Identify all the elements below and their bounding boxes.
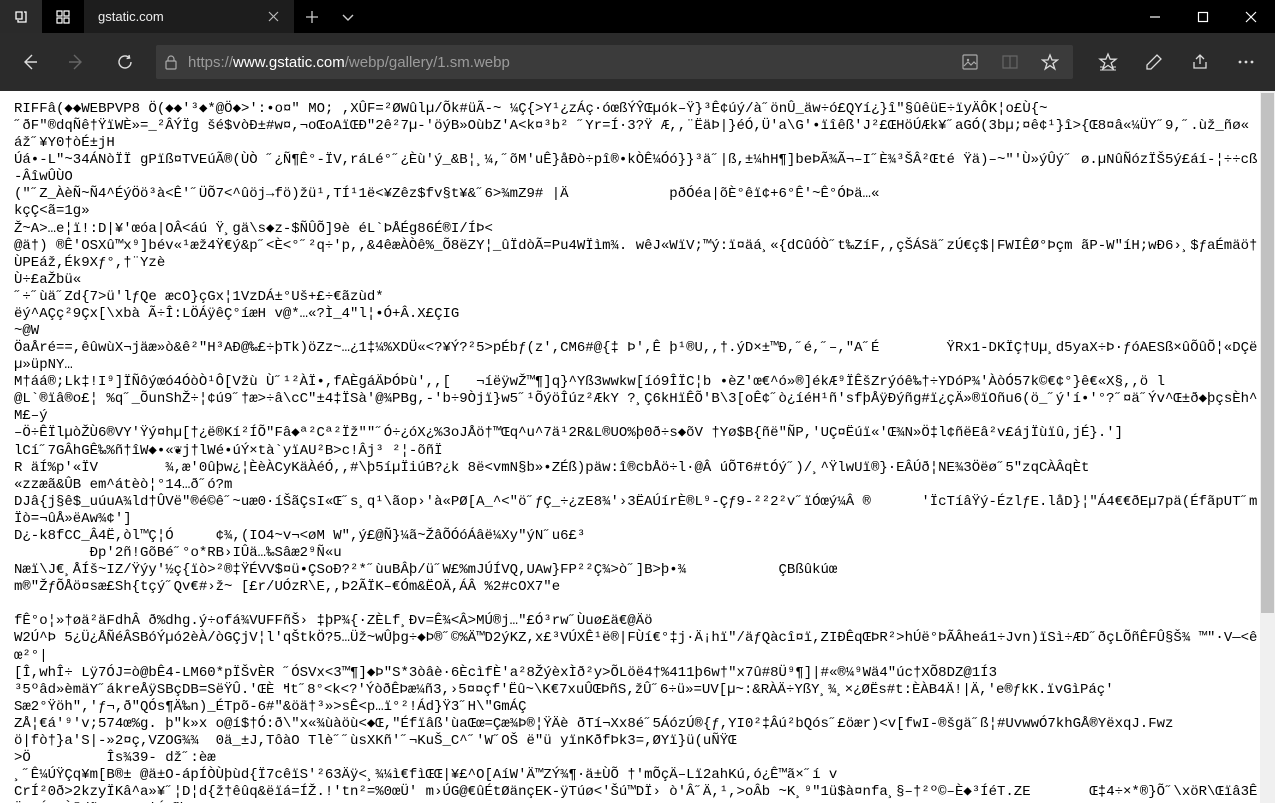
reading-view-icon[interactable]	[995, 53, 1025, 71]
close-tab-button[interactable]	[262, 11, 284, 22]
titlebar-left: gstatic.com	[0, 0, 366, 33]
back-button[interactable]	[6, 39, 52, 85]
tab-title: gstatic.com	[98, 9, 252, 24]
raw-content: RIFFâ(◆◆WEBPVP8 Ö(◆◆'³◆*@Ö◆>':•o¤" MO; ,…	[0, 91, 1275, 803]
refresh-button[interactable]	[102, 39, 148, 85]
favorites-button[interactable]	[1085, 39, 1131, 85]
tracking-prevention-icon[interactable]	[955, 53, 985, 71]
url-path: /webp/gallery/1.sm.webp	[345, 54, 510, 71]
notes-button[interactable]	[1131, 39, 1177, 85]
url-text: https://www.gstatic.com/webp/gallery/1.s…	[188, 54, 945, 71]
minimize-button[interactable]	[1131, 0, 1179, 33]
close-window-button[interactable]	[1227, 0, 1275, 33]
scroll-thumb[interactable]	[1261, 93, 1274, 613]
url-host: www.gstatic.com	[233, 54, 345, 71]
address-bar[interactable]: https://www.gstatic.com/webp/gallery/1.s…	[156, 45, 1073, 79]
share-button[interactable]	[1177, 39, 1223, 85]
toolbar: https://www.gstatic.com/webp/gallery/1.s…	[0, 33, 1275, 91]
toolbar-right	[1085, 39, 1269, 85]
url-prefix: https://	[188, 54, 233, 71]
lock-icon	[164, 54, 178, 70]
titlebar: gstatic.com	[0, 0, 1275, 33]
show-tabs-button[interactable]	[42, 0, 84, 33]
vertical-scrollbar[interactable]	[1260, 91, 1275, 803]
maximize-button[interactable]	[1179, 0, 1227, 33]
new-tab-button[interactable]	[294, 10, 330, 24]
titlebar-drag-region[interactable]	[366, 0, 1131, 33]
content-area: RIFFâ(◆◆WEBPVP8 Ö(◆◆'³◆*@Ö◆>':•o¤" MO; ,…	[0, 91, 1275, 803]
set-aside-tabs-button[interactable]	[0, 0, 42, 33]
more-button[interactable]	[1223, 39, 1269, 85]
forward-button	[54, 39, 100, 85]
window-controls	[1131, 0, 1275, 33]
favorite-star-icon[interactable]	[1035, 53, 1065, 71]
browser-tab[interactable]: gstatic.com	[84, 0, 294, 33]
tab-preview-button[interactable]	[330, 10, 366, 24]
